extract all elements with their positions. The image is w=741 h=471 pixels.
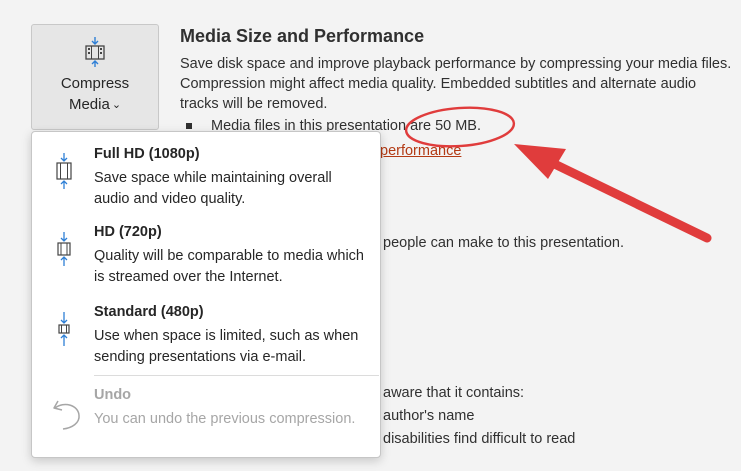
accessibility-text-fragment: disabilities find difficult to read	[383, 431, 576, 447]
menu-item-title: Standard (480p)	[94, 304, 204, 320]
menu-item-title: Undo	[94, 387, 132, 403]
compress-media-icon	[85, 37, 105, 67]
menu-item-description: Use when space is limited, such as when …	[94, 328, 359, 365]
menu-item-description: Save space while maintaining overall aud…	[94, 170, 332, 207]
compress-full-hd-icon	[56, 153, 72, 189]
menu-item-standard[interactable]: Standard (480p) Use when space is limite…	[32, 304, 380, 368]
inspect-text-fragment: aware that it contains:	[383, 385, 525, 401]
menu-item-description: You can undo the previous compression.	[94, 411, 356, 427]
annotation-arrow-head	[514, 144, 566, 179]
bullet-square-icon	[186, 123, 192, 129]
optimize-performance-link[interactable]: performance	[380, 143, 461, 159]
section-description: Save disk space and improve playback per…	[180, 56, 732, 112]
compress-media-button[interactable]: Compress Media ⌄	[31, 24, 159, 130]
menu-separator	[94, 375, 379, 376]
menu-item-title: HD (720p)	[94, 224, 162, 240]
chevron-down-icon: ⌄	[111, 99, 122, 111]
annotation-arrow-shaft	[533, 151, 712, 243]
protect-text-fragment: people can make to this presentation.	[383, 235, 625, 251]
section-title: Media Size and Performance	[180, 26, 425, 46]
menu-item-hd[interactable]: HD (720p) Quality will be comparable to …	[32, 224, 380, 288]
compress-media-label: Compress Media ⌄	[61, 73, 129, 116]
menu-item-description: Quality will be comparable to media whic…	[94, 248, 364, 285]
compress-hd-icon	[57, 232, 71, 266]
powerpoint-info-pane: Compress Media ⌄ Media Size and Performan…	[0, 0, 741, 471]
author-name-fragment: author's name	[383, 408, 475, 424]
menu-item-title: Full HD (1080p)	[94, 146, 200, 162]
menu-item-undo[interactable]: Undo You can undo the previous compressi…	[32, 387, 380, 451]
menu-item-full-hd[interactable]: Full HD (1080p) Save space while maintai…	[32, 146, 380, 210]
undo-icon	[53, 400, 80, 430]
compress-media-menu: Full HD (1080p) Save space while maintai…	[31, 131, 381, 458]
compress-standard-icon	[58, 312, 70, 346]
